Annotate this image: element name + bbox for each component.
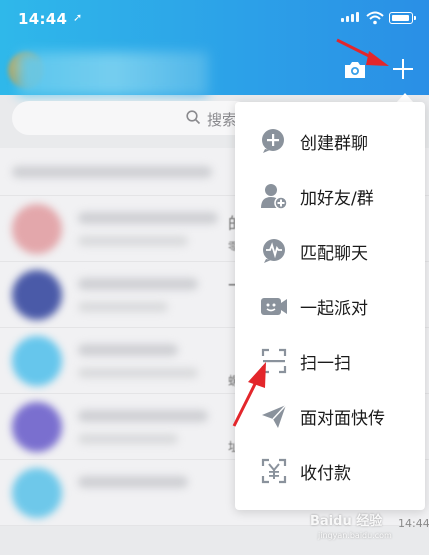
- camera-icon[interactable]: [343, 60, 367, 80]
- message-time: 14:44: [398, 517, 429, 530]
- search-placeholder: 搜索: [207, 111, 238, 129]
- search-icon: [186, 110, 201, 125]
- menu-item-label: 一起派对: [300, 299, 368, 319]
- menu-item-label: 收付款: [300, 464, 351, 484]
- menu-item-label: 面对面快传: [300, 409, 385, 429]
- menu-item-label: 加好友/群: [300, 189, 374, 209]
- blurred-text: [78, 476, 188, 488]
- blurred-text: [12, 166, 212, 178]
- watermark-url: jingyan.baidu.com: [318, 531, 392, 540]
- avatar: [12, 204, 62, 254]
- party-icon: [261, 298, 287, 315]
- search-bar[interactable]: 搜索: [12, 101, 252, 135]
- match-chat-icon: [263, 239, 285, 263]
- watermark-brand: Baidu 经验: [310, 514, 383, 529]
- blurred-text: [78, 236, 188, 246]
- avatar: [12, 336, 62, 386]
- blurred-text: [78, 212, 218, 224]
- menu-item-party[interactable]: 一起派对: [235, 278, 425, 333]
- plus-popup-menu: 创建群聊 加好友/群 匹配聊天 一起派对 扫一扫 面对面快传 收付款: [235, 102, 425, 510]
- blurred-text: [78, 410, 208, 422]
- face-to-face-transfer-icon: [262, 404, 287, 428]
- menu-item-match-chat[interactable]: 匹配聊天: [235, 223, 425, 278]
- blurred-text: [78, 302, 168, 312]
- app-header: 14:44 ➚: [0, 0, 429, 96]
- location-icon: ➚: [73, 11, 83, 24]
- menu-item-payment[interactable]: 收付款: [235, 443, 425, 498]
- battery-icon: [389, 12, 416, 24]
- signal-icon: [341, 12, 359, 22]
- blurred-text: [78, 368, 198, 378]
- add-friend-icon: [261, 184, 288, 210]
- menu-item-label: 扫一扫: [300, 354, 351, 374]
- menu-item-label: 创建群聊: [300, 134, 368, 154]
- avatar: [12, 468, 62, 518]
- avatar: [12, 402, 62, 452]
- avatar: [12, 270, 62, 320]
- menu-item-add-friend[interactable]: 加好友/群: [235, 168, 425, 223]
- create-group-icon: [262, 129, 284, 153]
- menu-item-scan[interactable]: 扫一扫: [235, 333, 425, 388]
- menu-item-label: 匹配聊天: [300, 244, 368, 264]
- menu-item-create-group[interactable]: 创建群聊: [235, 113, 425, 168]
- scan-icon: [261, 348, 287, 374]
- blurred-text: [78, 344, 178, 356]
- payment-icon: [261, 458, 287, 484]
- blurred-text: [78, 278, 198, 290]
- wifi-icon: [366, 11, 384, 25]
- plus-icon[interactable]: [393, 59, 413, 79]
- account-name-blurred: [18, 52, 208, 96]
- status-time: 14:44: [18, 10, 68, 28]
- menu-item-face-to-face-transfer[interactable]: 面对面快传: [235, 388, 425, 443]
- blurred-text: [78, 434, 178, 444]
